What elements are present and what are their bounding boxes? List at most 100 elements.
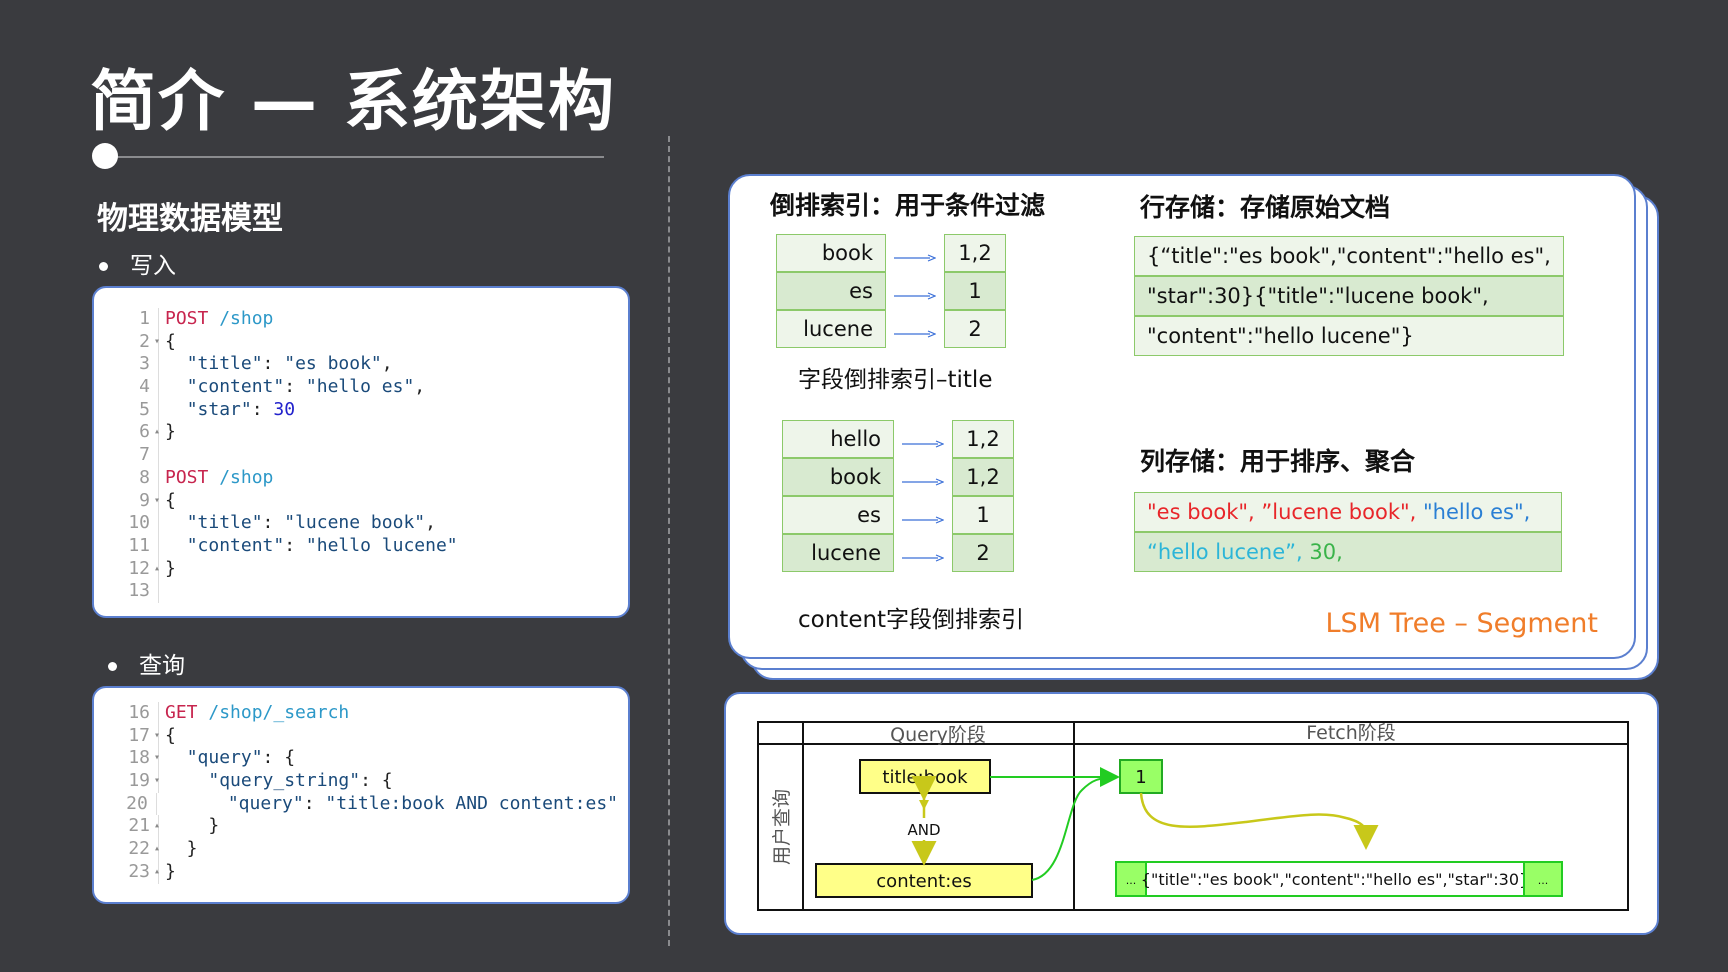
code-token: } (165, 557, 176, 579)
index-term: lucene (782, 534, 894, 572)
code-text: } (165, 861, 176, 884)
fold-up-icon[interactable]: ▴ (154, 815, 160, 838)
fold-up-icon[interactable]: ▴ (154, 861, 160, 884)
fold-down-icon[interactable]: ▾ (154, 331, 160, 354)
content-index-caption: content字段倒排索引 (798, 607, 1025, 633)
code-token: , (414, 376, 426, 398)
code-text: } (165, 838, 198, 861)
code-token: } (165, 815, 220, 837)
line-number: 21 ▴ (114, 815, 160, 839)
code-line: 10 "title": "lucene book", (114, 512, 618, 535)
bullet-query: 查询 (108, 646, 185, 680)
fold-up-icon[interactable]: ▴ (154, 558, 160, 581)
fetched-ellipsis-left: ... (1126, 874, 1137, 887)
line-number: 2 ▾ (114, 330, 160, 354)
code-token: POST (165, 308, 220, 329)
code-text: } (165, 815, 219, 838)
term-title-text: title:book (882, 767, 968, 788)
index-term: es (782, 496, 894, 534)
fetch-arrow (1139, 792, 1379, 850)
line-number: 7 (114, 444, 159, 467)
index-arrow-icon (894, 248, 937, 262)
line-number-text: 23 (128, 860, 150, 882)
line-number-text: 21 (128, 815, 150, 837)
code-text: "query": { (165, 747, 295, 770)
code-token: : (262, 512, 285, 534)
index-postings: 2 (944, 310, 1006, 348)
index-term: book (776, 234, 886, 272)
code-line: 9 ▾{ (114, 489, 618, 513)
index-arrow-icon (902, 472, 945, 486)
code-line: 4 "content": "hello es", (114, 376, 618, 399)
line-number: 17 ▾ (114, 724, 160, 748)
code-line: 17 ▾{ (114, 724, 618, 748)
code-token: : (284, 376, 306, 398)
code-token: , (381, 353, 393, 375)
index-arrow-icon (894, 324, 937, 338)
code-token: } (165, 838, 198, 860)
code-line: 12 ▴} (114, 557, 618, 581)
code-token: : (262, 353, 285, 375)
code-line: 6 ▴} (114, 421, 618, 445)
code-line: 23 ▴} (114, 860, 618, 884)
code-line: 21 ▴ } (114, 815, 618, 839)
code-text: } (165, 421, 176, 444)
query-fetch-diagram: Query阶段 Fetch阶段 用户查询 title:book content:… (757, 721, 1629, 911)
code-token: 30 (273, 398, 296, 420)
line-number-text: 8 (139, 466, 150, 488)
row-store-line: "content":"hello lucene"} (1134, 316, 1564, 356)
code-text: { (165, 490, 176, 513)
index-postings: 1 (952, 496, 1014, 534)
code-token: : (303, 792, 326, 814)
column-store-header: 列存储：用于排序、聚合 (1140, 447, 1416, 476)
index-postings: 1,2 (944, 234, 1006, 272)
code-token: "hello es" (305, 376, 415, 398)
fold-down-icon[interactable]: ▾ (154, 747, 160, 770)
line-number-text: 9 (139, 489, 150, 511)
code-token: "query" (227, 792, 304, 814)
title-underline-dot (92, 143, 118, 169)
fold-up-icon[interactable]: ▴ (154, 838, 160, 861)
code-token: { (165, 724, 176, 746)
line-number: 8 (114, 466, 159, 490)
index-postings: 2 (952, 534, 1014, 572)
fold-up-icon[interactable]: ▴ (154, 421, 160, 444)
code-token: { (165, 489, 176, 511)
line-number: 10 (114, 512, 159, 535)
code-token: /shop (219, 308, 274, 329)
code-text: POST /shop (165, 308, 273, 331)
line-number-text: 2 (139, 330, 150, 352)
code-line: 1 POST /shop (114, 308, 618, 331)
code-token: "query_string" (208, 770, 361, 792)
index-term: lucene (776, 310, 886, 348)
bullet-write-label: 写入 (130, 253, 176, 279)
fold-down-icon[interactable]: ▾ (154, 725, 160, 748)
fold-down-icon[interactable]: ▾ (154, 770, 160, 793)
index-postings: 1,2 (952, 458, 1014, 496)
title-underline (104, 156, 604, 158)
index-postings: 1 (944, 272, 1006, 310)
line-number-text: 16 (128, 702, 150, 723)
fold-down-icon[interactable]: ▾ (154, 490, 160, 513)
index-arrow-icon (902, 434, 945, 448)
code-line: 5 "star": 30 (114, 398, 618, 422)
line-number-text: 13 (128, 580, 150, 602)
code-text: "star": 30 (165, 399, 295, 422)
code-token: { (165, 330, 176, 352)
line-number-text: 6 (139, 421, 150, 443)
code-token: : (284, 534, 306, 556)
index-term: hello (782, 420, 894, 458)
line-number: 4 (114, 376, 159, 399)
segment-card: 倒排索引：用于条件过滤 行存储：存储原始文档 book 1,2 es 1 lucene 2… (728, 174, 1636, 659)
line-number-text: 5 (139, 398, 150, 420)
code-token: "hello lucene" (305, 534, 458, 556)
row-store-line: {“title":"es book","content":"hello es", (1134, 236, 1564, 276)
code-line: 22 ▴ } (114, 838, 618, 861)
column-store-row-1: "es book", ”lucene book", "hello es", (1134, 492, 1562, 532)
code-line: 11 "content": "hello lucene" (114, 534, 618, 558)
write-code-panel: 1 POST /shop 2 ▾{3 "title": "es book", 4 "co… (92, 286, 630, 618)
index-term: book (782, 458, 894, 496)
code-text: "query_string": { (165, 770, 392, 793)
